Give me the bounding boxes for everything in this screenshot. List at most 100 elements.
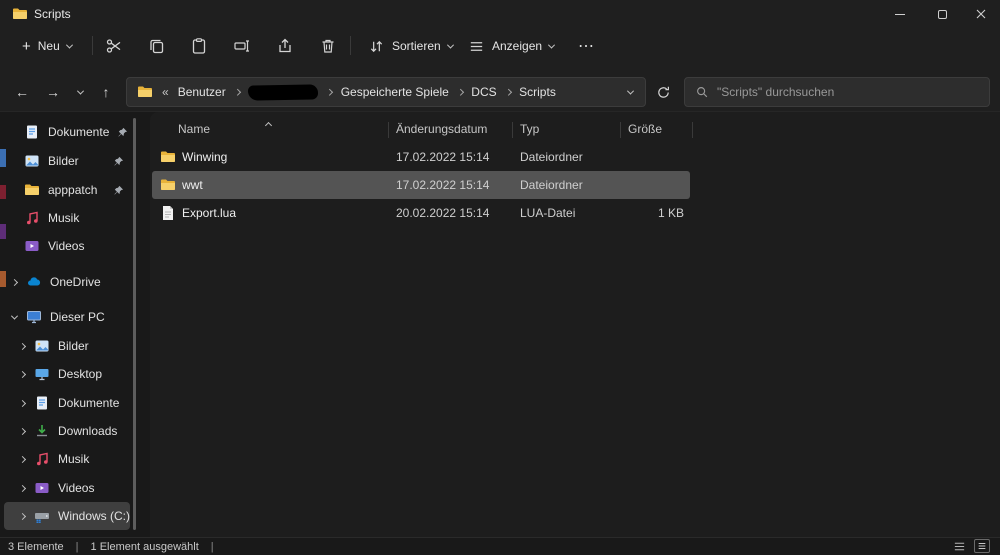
pictures-icon: [24, 153, 40, 169]
sidebar-item-onedrive[interactable]: OneDrive: [4, 268, 130, 296]
file-row-wwt-selected[interactable]: wwt 17.02.2022 15:14 Dateiordner: [152, 171, 690, 199]
search-box[interactable]: [684, 77, 990, 107]
sidebar-scrollbar[interactable]: [133, 118, 136, 530]
column-header-type[interactable]: Typ: [520, 122, 539, 140]
sidebar-item-videos-pc[interactable]: Videos: [4, 474, 130, 502]
chevron-right-icon[interactable]: [18, 427, 26, 435]
address-dropdown-chevron-icon[interactable]: [626, 87, 635, 95]
chevron-down-icon[interactable]: [10, 312, 18, 320]
sidebar-item-bilder-pc[interactable]: Bilder: [4, 332, 130, 360]
sidebar-item-dokumente[interactable]: Dokumente: [4, 118, 130, 146]
pictures-icon: [34, 338, 50, 354]
trash-icon: [322, 39, 334, 53]
breadcrumb-item[interactable]: Scripts: [519, 85, 556, 99]
chevron-right-icon[interactable]: [326, 88, 333, 96]
sidebar-item-label: apppatch: [48, 183, 98, 197]
recent-locations-button[interactable]: [68, 77, 92, 107]
more-button[interactable]: ⋯: [568, 31, 604, 61]
delete-button[interactable]: [310, 31, 346, 61]
sidebar-item-label: Bilder: [48, 154, 79, 168]
forward-icon: →: [46, 84, 60, 100]
paste-button[interactable]: [181, 31, 217, 61]
sidebar-item-videos[interactable]: Videos: [4, 232, 130, 260]
breadcrumb-item[interactable]: Benutzer: [178, 85, 226, 99]
column-divider[interactable]: [620, 122, 621, 138]
breadcrumb-item[interactable]: Gespeicherte Spiele: [341, 85, 449, 99]
breadcrumb-item-redacted[interactable]: [248, 83, 319, 101]
sidebar-item-dokumente-pc[interactable]: Dokumente: [4, 389, 130, 417]
chevron-right-icon[interactable]: [233, 88, 241, 96]
column-header-size[interactable]: Größe: [628, 122, 662, 140]
maximize-button[interactable]: [920, 0, 964, 28]
chevron-right-icon[interactable]: [18, 512, 26, 520]
address-bar[interactable]: « Benutzer Gespeicherte Spiele DCS Scrip…: [126, 77, 646, 107]
chevron-right-icon[interactable]: [18, 484, 26, 492]
sidebar-item-label: Dokumente: [48, 125, 110, 139]
status-separator: |: [75, 540, 79, 553]
details-view-toggle[interactable]: [974, 539, 990, 553]
sidebar-item-windows-c[interactable]: Windows (C:): [4, 502, 130, 530]
chevron-down-icon: [548, 41, 556, 49]
chevron-right-icon[interactable]: [10, 278, 18, 286]
breadcrumb-item[interactable]: DCS: [471, 85, 496, 99]
column-header-date[interactable]: Änderungsdatum: [396, 122, 487, 140]
videos-icon: [34, 480, 50, 496]
sidebar-item-desktop[interactable]: Desktop: [4, 360, 130, 388]
rename-button[interactable]: [224, 31, 260, 61]
minimize-button[interactable]: [878, 0, 922, 28]
file-icon: [160, 205, 176, 221]
file-explorer-window: Scripts + Neu Sortieren Anzeigen ⋯ ← → ↑…: [0, 0, 1000, 555]
drive-icon: [34, 508, 50, 524]
copy-button[interactable]: [139, 31, 175, 61]
sidebar-item-musik-pc[interactable]: Musik: [4, 445, 130, 473]
chevron-right-icon[interactable]: [456, 88, 464, 96]
file-row-winwing[interactable]: Winwing 17.02.2022 15:14 Dateiordner: [152, 143, 690, 171]
minimize-icon: [895, 13, 905, 15]
cut-button[interactable]: [96, 31, 132, 61]
sidebar-item-bilder[interactable]: Bilder: [4, 147, 130, 175]
sidebar-item-apppatch[interactable]: apppatch: [4, 176, 130, 204]
column-divider[interactable]: [512, 122, 513, 138]
forward-button[interactable]: →: [39, 77, 67, 107]
navigation-pane: Dokumente Bilder apppatch Musik Videos O…: [0, 112, 133, 537]
pin-icon: [117, 127, 128, 138]
plus-icon: +: [22, 37, 31, 55]
chevron-right-icon[interactable]: [18, 342, 26, 350]
folder-icon: [137, 84, 153, 100]
chevron-down-icon: [76, 87, 84, 95]
chevron-right-icon[interactable]: [18, 370, 26, 378]
documents-icon: [34, 395, 50, 411]
sidebar-item-musik[interactable]: Musik: [4, 204, 130, 232]
this-pc-icon: [26, 309, 42, 325]
sidebar-item-label: Videos: [58, 481, 95, 495]
up-button[interactable]: ↑: [92, 77, 120, 107]
breadcrumb-overflow[interactable]: «: [162, 85, 169, 99]
sidebar-item-downloads[interactable]: Downloads: [4, 417, 130, 445]
sidebar-item-dieser-pc[interactable]: Dieser PC: [4, 303, 130, 331]
column-header-name[interactable]: Name: [178, 122, 210, 140]
search-input[interactable]: [717, 85, 979, 99]
sidebar-item-label: Windows (C:): [58, 509, 131, 523]
back-button[interactable]: ←: [8, 77, 36, 107]
view-icon: [470, 41, 483, 51]
refresh-button[interactable]: [648, 77, 678, 107]
file-row-export-lua[interactable]: Export.lua 20.02.2022 15:14 LUA-Datei 1 …: [152, 199, 690, 227]
share-icon: [279, 38, 291, 53]
view-button[interactable]: Anzeigen: [458, 31, 564, 61]
new-button[interactable]: + Neu: [12, 31, 82, 61]
share-button[interactable]: [267, 31, 303, 61]
column-divider[interactable]: [388, 122, 389, 138]
sort-ascending-caret-icon: [264, 117, 273, 131]
list-view-toggle[interactable]: [953, 540, 966, 553]
sort-button[interactable]: Sortieren: [358, 31, 463, 61]
paste-icon: [192, 38, 206, 54]
column-divider[interactable]: [692, 122, 693, 138]
chevron-right-icon[interactable]: [504, 88, 512, 96]
close-button[interactable]: [962, 0, 1000, 28]
chevron-right-icon[interactable]: [18, 455, 26, 463]
chevron-right-icon[interactable]: [18, 399, 26, 407]
music-icon: [24, 210, 40, 226]
file-name: Winwing: [182, 150, 228, 164]
title-bar: Scripts: [0, 0, 1000, 28]
file-type: LUA-Datei: [520, 206, 576, 220]
